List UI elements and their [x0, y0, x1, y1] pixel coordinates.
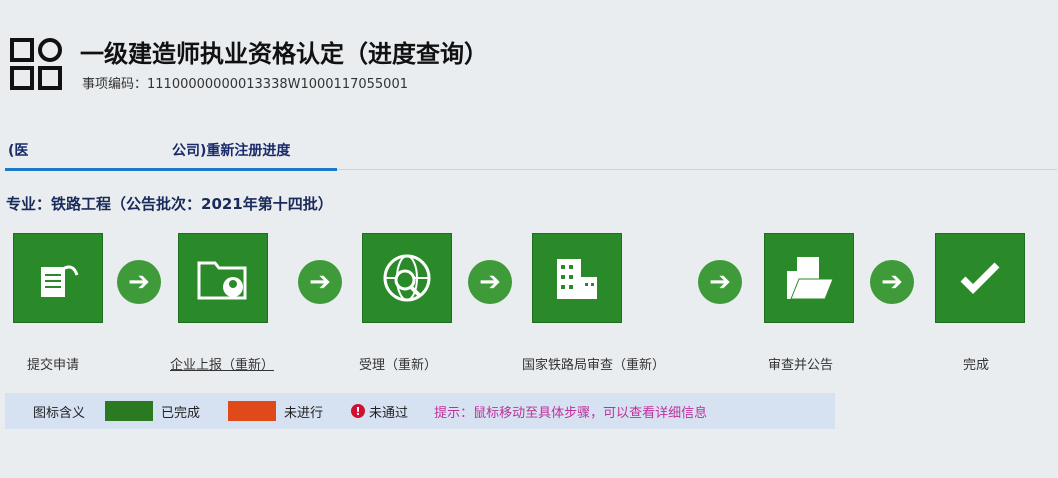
item-code-label: 事项编码： — [82, 77, 148, 92]
arrow-right-icon: ➔ — [468, 260, 512, 304]
legend-pending-label: 未进行 — [284, 405, 324, 421]
page-title: 一级建造师执业资格认定（进度查询） — [80, 40, 488, 68]
legend-title: 图标含义 — [33, 405, 86, 421]
step-label: 提交申请 — [27, 358, 80, 373]
failed-alert-icon: ! — [351, 404, 366, 418]
tab-divider — [337, 169, 1057, 170]
legend-failed-label: 未通过 — [369, 405, 409, 421]
step-label: 完成 — [963, 358, 990, 373]
step-complete[interactable] — [935, 233, 1025, 323]
legend-done-swatch — [105, 401, 154, 421]
folder-user-icon — [197, 261, 247, 300]
arrow-right-icon: ➔ — [870, 260, 914, 304]
globe-search-icon — [383, 254, 431, 302]
legend-done-label: 已完成 — [161, 405, 201, 421]
legend-hint: 提示：鼠标移动至具体步骤，可以查看详细信息 — [434, 405, 708, 421]
tab-label-start[interactable]: (医 — [8, 140, 28, 160]
step-submit[interactable] — [13, 233, 103, 323]
step-enterprise-report[interactable] — [178, 233, 268, 323]
step-label: 国家铁路局审查（重新） — [522, 358, 666, 373]
arrow-right-icon: ➔ — [298, 260, 342, 304]
legend-bar: 图标含义 已完成 未进行 ! 未通过 提示：鼠标移动至具体步骤，可以查看详细信息 — [5, 393, 835, 429]
checkmark-icon — [960, 262, 1000, 294]
step-label: 受理（重新） — [359, 358, 438, 373]
building-icon — [557, 259, 597, 299]
submit-document-icon — [41, 265, 79, 297]
arrow-right-icon: ➔ — [117, 260, 161, 304]
step-review-announce[interactable] — [764, 233, 854, 323]
legend-pending-swatch — [228, 401, 277, 421]
item-code: 事项编码：11100000000013338W1000117055001 — [82, 73, 408, 92]
major-info: 专业：铁路工程（公告批次：2021年第十四批） — [6, 195, 333, 213]
active-tab-indicator — [5, 168, 337, 171]
app-logo-icon — [10, 38, 62, 90]
step-label[interactable]: 企业上报（重新） — [170, 354, 274, 373]
folder-document-icon — [787, 257, 834, 300]
arrow-right-icon: ➔ — [698, 260, 742, 304]
item-code-value: 11100000000013338W1000117055001 — [147, 77, 408, 92]
step-railway-review[interactable] — [532, 233, 622, 323]
step-acceptance[interactable] — [362, 233, 452, 323]
step-label: 审查并公告 — [768, 358, 834, 373]
tab-reregistration-progress[interactable]: 公司)重新注册进度 — [172, 140, 290, 160]
